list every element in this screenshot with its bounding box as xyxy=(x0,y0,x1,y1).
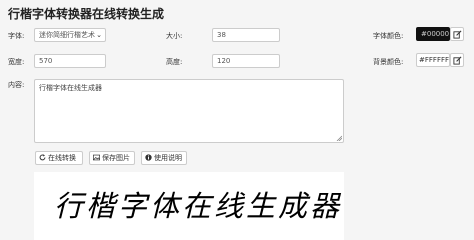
image-icon xyxy=(93,154,100,161)
content-label: 内容: xyxy=(8,81,25,89)
save-image-button[interactable]: 保存图片 xyxy=(89,151,135,165)
bg-color-label: 背景颜色: xyxy=(373,58,404,66)
size-input[interactable]: 38 xyxy=(212,28,280,42)
width-label: 宽度: xyxy=(8,58,25,66)
font-select-value: 迷你简细行楷艺术 xyxy=(39,31,95,39)
page-title: 行楷字体转换器在线转换生成 xyxy=(8,7,165,21)
preview-image: 行楷字体在线生成器 xyxy=(34,172,344,240)
preview-text: 行楷字体在线生成器 xyxy=(54,189,343,223)
edit-icon xyxy=(453,56,462,65)
edit-icon xyxy=(453,30,462,39)
font-label: 字体: xyxy=(8,32,25,40)
font-color-input[interactable]: #000000 xyxy=(416,27,450,41)
help-button[interactable]: 使用说明 xyxy=(141,151,187,165)
content-textarea[interactable]: 行楷字体在线生成器 xyxy=(34,79,344,143)
help-button-label: 使用说明 xyxy=(154,154,182,162)
info-icon xyxy=(145,154,152,161)
size-label: 大小: xyxy=(166,32,183,40)
refresh-icon xyxy=(39,154,46,161)
save-image-button-label: 保存图片 xyxy=(102,154,130,162)
font-color-picker-button[interactable] xyxy=(450,27,464,41)
width-input[interactable]: 570 xyxy=(34,54,106,68)
resize-grip-icon[interactable] xyxy=(336,135,342,141)
font-color-label: 字体颜色: xyxy=(373,32,404,40)
bg-color-input[interactable]: #FFFFFF xyxy=(416,53,450,67)
height-label: 高度: xyxy=(166,58,183,66)
content-textarea-value: 行楷字体在线生成器 xyxy=(39,84,102,92)
convert-button[interactable]: 在线转换 xyxy=(35,151,83,165)
height-input[interactable]: 120 xyxy=(212,54,280,68)
bg-color-picker-button[interactable] xyxy=(450,53,464,67)
convert-button-label: 在线转换 xyxy=(48,154,76,162)
chevron-down-icon: ⌄ xyxy=(96,31,102,39)
font-select[interactable]: 迷你简细行楷艺术 ⌄ xyxy=(34,28,106,42)
